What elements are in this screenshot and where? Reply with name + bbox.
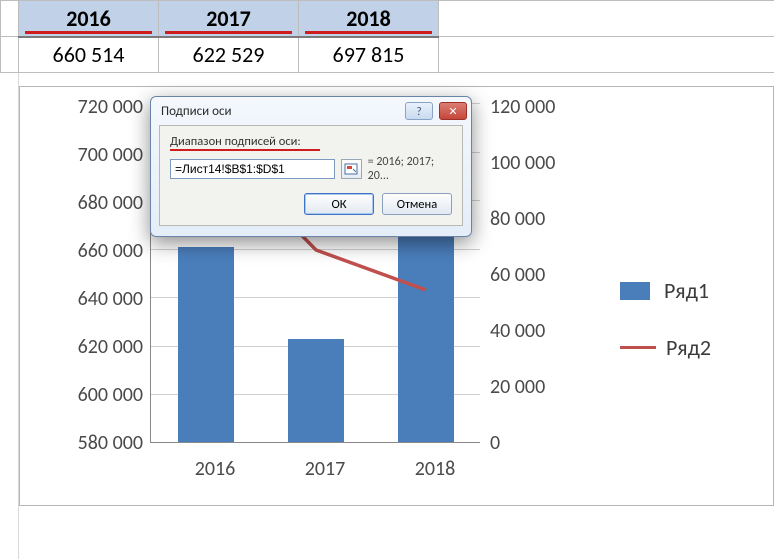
- y-right-tick: 120 000: [490, 95, 590, 119]
- chart-legend: Ряд1 Ряд2: [620, 277, 711, 391]
- y-left-tick: 640 000: [33, 287, 143, 311]
- y-right-tick: 100 000: [490, 151, 590, 175]
- x-tick: 2018: [395, 457, 475, 481]
- range-selector-button[interactable]: [341, 159, 362, 179]
- empty-cell[interactable]: [439, 37, 774, 73]
- y-right-tick: 80 000: [490, 207, 590, 231]
- help-button[interactable]: ?: [405, 102, 433, 120]
- y-left-tick: 720 000: [33, 95, 143, 119]
- x-tick: 2016: [175, 457, 255, 481]
- y-left-tick: 580 000: [33, 431, 143, 455]
- empty-cell[interactable]: [1, 37, 19, 73]
- empty-cell[interactable]: [1, 1, 19, 37]
- range-input[interactable]: [170, 159, 335, 179]
- range-preview: = 2016; 2017; 20...: [368, 155, 452, 183]
- cell-2018[interactable]: 697 815: [299, 37, 439, 73]
- cell-2017[interactable]: 622 529: [159, 37, 299, 73]
- legend-label: Ряд1: [664, 277, 709, 304]
- empty-cell[interactable]: [439, 1, 774, 37]
- legend-item-2: Ряд2: [620, 334, 711, 361]
- cancel-button[interactable]: Отмена: [382, 193, 452, 215]
- y-left-tick: 600 000: [33, 383, 143, 407]
- col-header-2016[interactable]: 2016: [19, 1, 159, 37]
- y-right-tick: 60 000: [490, 263, 590, 287]
- y-right-tick: 20 000: [490, 375, 590, 399]
- cell-2016[interactable]: 660 514: [19, 37, 159, 73]
- range-field-label: Диапазон подписей оси:: [170, 134, 452, 149]
- x-tick: 2017: [285, 457, 365, 481]
- legend-swatch-line: [620, 346, 656, 349]
- legend-swatch-bar: [620, 282, 650, 300]
- y-left-tick: 620 000: [33, 335, 143, 359]
- y-right-tick: 40 000: [490, 319, 590, 343]
- axis-labels-dialog: Подписи оси ? ✕ Диапазон подписей оси: =…: [150, 96, 472, 237]
- ok-button[interactable]: ОК: [304, 193, 374, 215]
- data-table: 2016 2017 2018 660 514 622 529 697 815: [0, 0, 774, 73]
- y-right-tick: 0: [490, 431, 590, 455]
- y-left-tick: 660 000: [33, 239, 143, 263]
- col-header-2018[interactable]: 2018: [299, 1, 439, 37]
- dialog-title: Подписи оси: [161, 104, 231, 119]
- y-left-tick: 700 000: [33, 143, 143, 167]
- y-left-tick: 680 000: [33, 191, 143, 215]
- legend-item-1: Ряд1: [620, 277, 711, 304]
- close-button[interactable]: ✕: [439, 102, 467, 120]
- legend-label: Ряд2: [666, 334, 711, 361]
- col-header-2017[interactable]: 2017: [159, 1, 299, 37]
